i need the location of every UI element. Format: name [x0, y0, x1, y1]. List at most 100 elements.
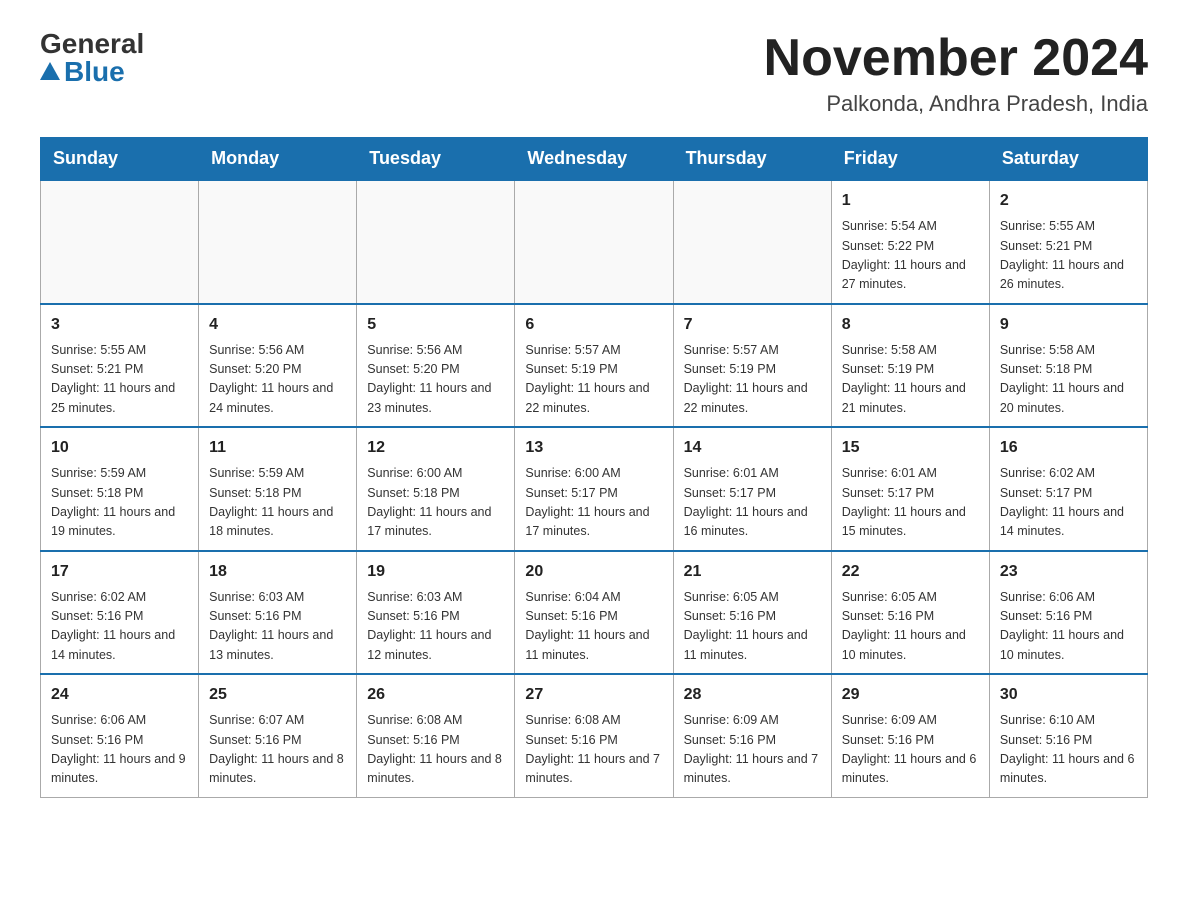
day-info: Sunrise: 6:07 AM Sunset: 5:16 PM Dayligh… — [209, 711, 346, 789]
calendar-day-cell: 24 Sunrise: 6:06 AM Sunset: 5:16 PM Dayli… — [41, 674, 199, 797]
day-info: Sunrise: 5:56 AM Sunset: 5:20 PM Dayligh… — [209, 341, 346, 419]
day-info: Sunrise: 5:59 AM Sunset: 5:18 PM Dayligh… — [51, 464, 188, 542]
calendar-week-row: 10 Sunrise: 5:59 AM Sunset: 5:18 PM Dayli… — [41, 427, 1148, 551]
logo-general-text: General — [40, 30, 144, 58]
day-number: 3 — [51, 313, 188, 337]
day-info: Sunrise: 5:54 AM Sunset: 5:22 PM Dayligh… — [842, 217, 979, 295]
calendar-day-cell: 26 Sunrise: 6:08 AM Sunset: 5:16 PM Dayli… — [357, 674, 515, 797]
calendar-day-cell — [199, 180, 357, 304]
title-area: November 2024 Palkonda, Andhra Pradesh, … — [764, 30, 1148, 117]
day-number: 23 — [1000, 560, 1137, 584]
day-number: 5 — [367, 313, 504, 337]
day-info: Sunrise: 6:01 AM Sunset: 5:17 PM Dayligh… — [842, 464, 979, 542]
calendar-week-row: 1 Sunrise: 5:54 AM Sunset: 5:22 PM Daylig… — [41, 180, 1148, 304]
day-number: 18 — [209, 560, 346, 584]
day-number: 21 — [684, 560, 821, 584]
day-number: 10 — [51, 436, 188, 460]
day-info: Sunrise: 6:08 AM Sunset: 5:16 PM Dayligh… — [367, 711, 504, 789]
day-of-week-header: Wednesday — [515, 138, 673, 181]
calendar-day-cell: 21 Sunrise: 6:05 AM Sunset: 5:16 PM Dayli… — [673, 551, 831, 675]
day-info: Sunrise: 6:08 AM Sunset: 5:16 PM Dayligh… — [525, 711, 662, 789]
month-title: November 2024 — [764, 30, 1148, 87]
day-info: Sunrise: 6:04 AM Sunset: 5:16 PM Dayligh… — [525, 588, 662, 666]
logo-blue-text: Blue — [40, 58, 125, 86]
day-of-week-header: Saturday — [989, 138, 1147, 181]
day-number: 1 — [842, 189, 979, 213]
calendar-day-cell — [515, 180, 673, 304]
calendar-day-cell: 23Sunrise: 6:06 AM Sunset: 5:16 PM Dayli… — [989, 551, 1147, 675]
day-number: 12 — [367, 436, 504, 460]
calendar-day-cell: 15 Sunrise: 6:01 AM Sunset: 5:17 PM Dayli… — [831, 427, 989, 551]
day-info: Sunrise: 5:55 AM Sunset: 5:21 PM Dayligh… — [51, 341, 188, 419]
day-info: Sunrise: 6:06 AM Sunset: 5:16 PM Dayligh… — [51, 711, 188, 789]
day-number: 6 — [525, 313, 662, 337]
day-of-week-header: Friday — [831, 138, 989, 181]
calendar-day-cell: 2 Sunrise: 5:55 AM Sunset: 5:21 PM Daylig… — [989, 180, 1147, 304]
calendar-day-cell: 8 Sunrise: 5:58 AM Sunset: 5:19 PM Daylig… — [831, 304, 989, 428]
day-info: Sunrise: 6:10 AM Sunset: 5:16 PM Dayligh… — [1000, 711, 1137, 789]
calendar-day-cell — [357, 180, 515, 304]
calendar-day-cell: 11Sunrise: 5:59 AM Sunset: 5:18 PM Dayli… — [199, 427, 357, 551]
calendar-day-cell: 1 Sunrise: 5:54 AM Sunset: 5:22 PM Daylig… — [831, 180, 989, 304]
day-number: 19 — [367, 560, 504, 584]
day-info: Sunrise: 6:00 AM Sunset: 5:18 PM Dayligh… — [367, 464, 504, 542]
logo-triangle-icon — [40, 62, 60, 80]
calendar-day-cell: 9Sunrise: 5:58 AM Sunset: 5:18 PM Daylig… — [989, 304, 1147, 428]
calendar-day-cell: 16Sunrise: 6:02 AM Sunset: 5:17 PM Dayli… — [989, 427, 1147, 551]
calendar-header-row: SundayMondayTuesdayWednesdayThursdayFrid… — [41, 138, 1148, 181]
day-number: 16 — [1000, 436, 1137, 460]
calendar-day-cell — [41, 180, 199, 304]
calendar-week-row: 3 Sunrise: 5:55 AM Sunset: 5:21 PM Daylig… — [41, 304, 1148, 428]
calendar-day-cell: 12 Sunrise: 6:00 AM Sunset: 5:18 PM Dayli… — [357, 427, 515, 551]
location-label: Palkonda, Andhra Pradesh, India — [764, 91, 1148, 117]
calendar-day-cell: 3 Sunrise: 5:55 AM Sunset: 5:21 PM Daylig… — [41, 304, 199, 428]
calendar-day-cell: 19 Sunrise: 6:03 AM Sunset: 5:16 PM Dayli… — [357, 551, 515, 675]
day-number: 14 — [684, 436, 821, 460]
day-number: 15 — [842, 436, 979, 460]
day-info: Sunrise: 6:03 AM Sunset: 5:16 PM Dayligh… — [367, 588, 504, 666]
day-number: 4 — [209, 313, 346, 337]
day-of-week-header: Sunday — [41, 138, 199, 181]
day-number: 13 — [525, 436, 662, 460]
calendar-day-cell: 30Sunrise: 6:10 AM Sunset: 5:16 PM Dayli… — [989, 674, 1147, 797]
day-number: 26 — [367, 683, 504, 707]
calendar-day-cell: 22 Sunrise: 6:05 AM Sunset: 5:16 PM Dayli… — [831, 551, 989, 675]
day-info: Sunrise: 6:05 AM Sunset: 5:16 PM Dayligh… — [842, 588, 979, 666]
calendar-table: SundayMondayTuesdayWednesdayThursdayFrid… — [40, 137, 1148, 798]
calendar-day-cell: 13Sunrise: 6:00 AM Sunset: 5:17 PM Dayli… — [515, 427, 673, 551]
day-number: 2 — [1000, 189, 1137, 213]
day-number: 11 — [209, 436, 346, 460]
day-info: Sunrise: 5:56 AM Sunset: 5:20 PM Dayligh… — [367, 341, 504, 419]
day-info: Sunrise: 6:09 AM Sunset: 5:16 PM Dayligh… — [684, 711, 821, 789]
day-info: Sunrise: 5:58 AM Sunset: 5:19 PM Dayligh… — [842, 341, 979, 419]
calendar-day-cell: 5 Sunrise: 5:56 AM Sunset: 5:20 PM Daylig… — [357, 304, 515, 428]
calendar-day-cell: 17Sunrise: 6:02 AM Sunset: 5:16 PM Dayli… — [41, 551, 199, 675]
day-info: Sunrise: 6:09 AM Sunset: 5:16 PM Dayligh… — [842, 711, 979, 789]
day-info: Sunrise: 5:57 AM Sunset: 5:19 PM Dayligh… — [525, 341, 662, 419]
day-of-week-header: Tuesday — [357, 138, 515, 181]
logo-blue-label: Blue — [64, 58, 125, 86]
calendar-day-cell: 10 Sunrise: 5:59 AM Sunset: 5:18 PM Dayli… — [41, 427, 199, 551]
day-number: 20 — [525, 560, 662, 584]
calendar-day-cell: 14Sunrise: 6:01 AM Sunset: 5:17 PM Dayli… — [673, 427, 831, 551]
logo: General Blue — [40, 30, 144, 86]
calendar-day-cell: 6 Sunrise: 5:57 AM Sunset: 5:19 PM Daylig… — [515, 304, 673, 428]
day-info: Sunrise: 5:55 AM Sunset: 5:21 PM Dayligh… — [1000, 217, 1137, 295]
calendar-day-cell — [673, 180, 831, 304]
day-number: 7 — [684, 313, 821, 337]
day-number: 24 — [51, 683, 188, 707]
day-number: 25 — [209, 683, 346, 707]
day-number: 17 — [51, 560, 188, 584]
day-number: 8 — [842, 313, 979, 337]
day-info: Sunrise: 6:05 AM Sunset: 5:16 PM Dayligh… — [684, 588, 821, 666]
day-number: 9 — [1000, 313, 1137, 337]
day-number: 22 — [842, 560, 979, 584]
calendar-day-cell: 4 Sunrise: 5:56 AM Sunset: 5:20 PM Daylig… — [199, 304, 357, 428]
calendar-day-cell: 20 Sunrise: 6:04 AM Sunset: 5:16 PM Dayli… — [515, 551, 673, 675]
calendar-day-cell: 29Sunrise: 6:09 AM Sunset: 5:16 PM Dayli… — [831, 674, 989, 797]
calendar-day-cell: 25 Sunrise: 6:07 AM Sunset: 5:16 PM Dayli… — [199, 674, 357, 797]
day-info: Sunrise: 6:03 AM Sunset: 5:16 PM Dayligh… — [209, 588, 346, 666]
calendar-week-row: 24 Sunrise: 6:06 AM Sunset: 5:16 PM Dayli… — [41, 674, 1148, 797]
day-of-week-header: Monday — [199, 138, 357, 181]
page-header: General Blue November 2024 Palkonda, And… — [40, 30, 1148, 117]
